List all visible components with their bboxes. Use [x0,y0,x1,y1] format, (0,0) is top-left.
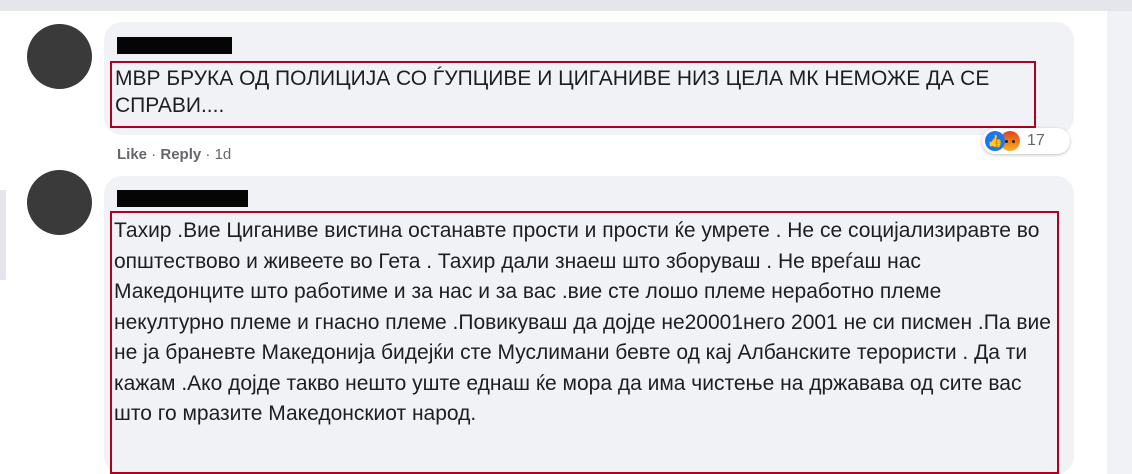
redacted-author-name[interactable] [117,190,248,207]
like-icon: 👍 [985,131,1005,151]
redacted-author-name[interactable] [117,37,232,54]
like-link[interactable]: Like [117,146,147,163]
comment-actions: Like · Reply · 1d [117,146,232,163]
avatar[interactable] [27,170,92,235]
comment-text: МВР БРУКА ОД ПОЛИЦИЈА СО ЃУПЦИВЕ И ЦИГАН… [115,67,990,117]
right-edge [1107,11,1132,474]
comment-text: Тахир .Вие Циганиве вистина останавте пр… [114,219,1051,425]
reaction-count: 17 [1027,132,1045,149]
avatar[interactable] [27,24,92,89]
reactions-summary[interactable]: 👍 17 [982,128,1070,154]
comment-timestamp[interactable]: 1d [215,146,232,163]
left-divider [0,190,6,280]
top-bar [0,0,1132,11]
reply-link[interactable]: Reply [160,146,201,163]
